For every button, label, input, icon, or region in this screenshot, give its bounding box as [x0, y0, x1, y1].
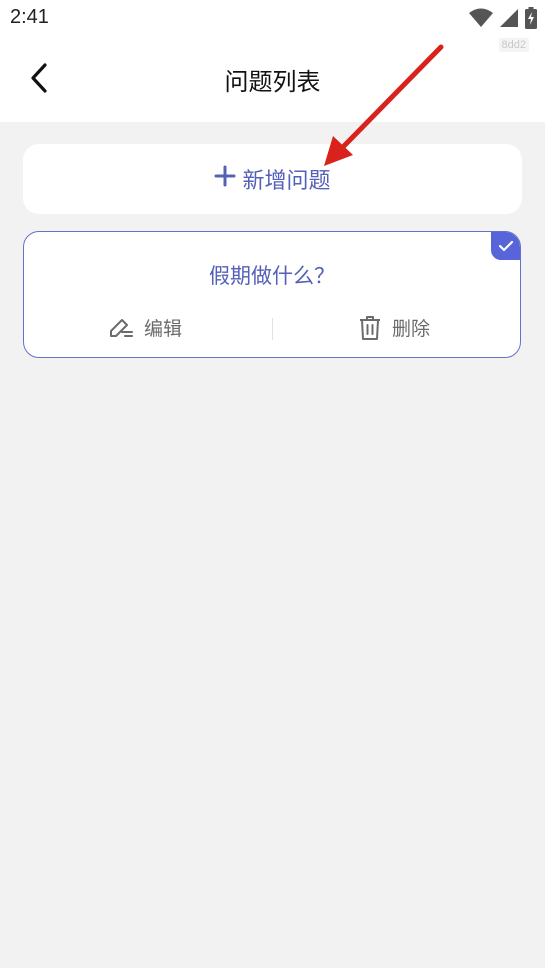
action-divider	[272, 318, 273, 340]
delete-label: 删除	[392, 318, 431, 340]
debug-tag: 8dd2	[498, 38, 529, 52]
trash-icon	[360, 315, 380, 340]
status-time: 2:41	[10, 6, 49, 28]
selected-check-badge	[491, 232, 520, 260]
page-title: 问题列表	[224, 68, 321, 96]
edit-button[interactable]: 编辑	[108, 314, 182, 341]
wifi-icon	[469, 8, 493, 27]
add-question-button[interactable]: 新增问题	[23, 144, 522, 214]
battery-icon	[525, 7, 537, 29]
add-question-label: 新增问题	[242, 169, 331, 194]
delete-button[interactable]: 删除	[358, 314, 430, 341]
edit-label: 编辑	[144, 318, 183, 340]
question-title: 假期做什么？	[209, 264, 335, 288]
status-icons	[469, 6, 537, 30]
top-bar: 2:41 8dd2 问题列表	[0, 0, 545, 122]
check-icon	[498, 240, 513, 252]
pencil-icon	[110, 318, 133, 337]
cell-signal-icon	[500, 9, 518, 27]
question-card[interactable]: 假期做什么？ 编辑 删除	[23, 231, 521, 358]
plus-icon	[214, 164, 236, 192]
